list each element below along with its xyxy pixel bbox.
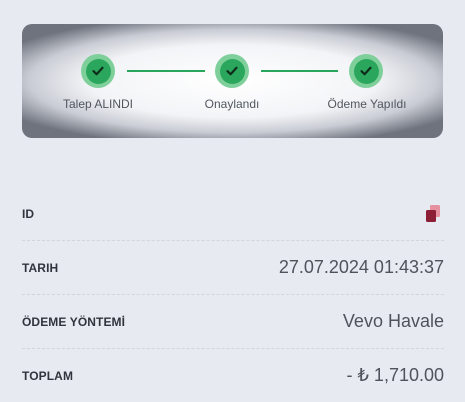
id-label: ID (22, 206, 35, 221)
step-3-check-icon (349, 54, 383, 88)
step-connector-1 (127, 70, 205, 72)
step-2-label: Onaylandı (204, 97, 260, 111)
step-3-label: Ödeme Yapıldı (327, 97, 407, 111)
date-value: 27.07.2024 01:43:37 (278, 257, 444, 277)
status-progress-card: Talep ALINDI Onaylandı Ödeme Yapıldı (22, 24, 443, 138)
step-2-check-icon (215, 54, 249, 88)
detail-row-payment-method: ÖDEME YÖNTEMİ Vevo Havale (22, 295, 444, 349)
total-value: - ₺ 1,710.00 (346, 365, 444, 385)
payment-method-value: Vevo Havale (342, 311, 444, 331)
detail-row-date: TARIH 27.07.2024 01:43:37 (22, 241, 444, 295)
progress-track: Talep ALINDI Onaylandı Ödeme Yapıldı (22, 24, 443, 138)
step-1-label: Talep ALINDI (62, 97, 134, 111)
detail-row-id: ID (22, 187, 444, 241)
total-label: TOPLAM (22, 368, 74, 383)
step-1-check-icon (81, 54, 115, 88)
detail-row-total: TOPLAM - ₺ 1,710.00 (22, 349, 444, 402)
copy-icon[interactable] (424, 204, 444, 224)
step-connector-2 (261, 70, 338, 72)
date-label: TARIH (22, 260, 59, 275)
transaction-details: ID TARIH 27.07.2024 01:43:37 ÖDEME YÖNTE… (22, 187, 444, 402)
payment-method-label: ÖDEME YÖNTEMİ (22, 314, 126, 329)
